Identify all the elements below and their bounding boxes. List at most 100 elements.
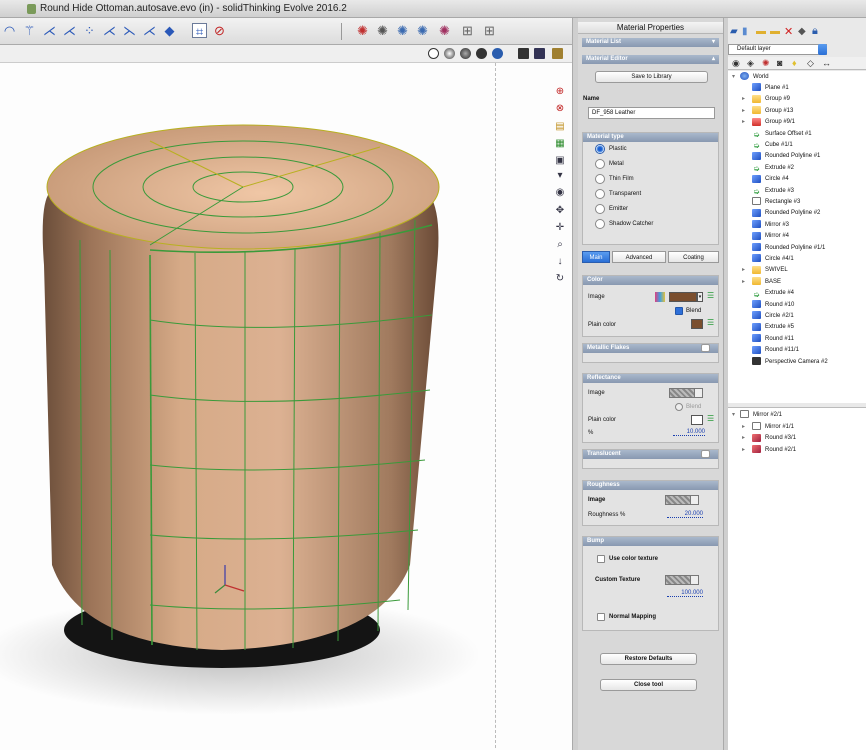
history-item[interactable]: ▸ Mirror #1/1 [742,422,794,433]
collapse-icon[interactable]: ▴ [712,55,715,64]
tree-item[interactable]: ➭ Extrude #2 [742,163,794,174]
tree-item[interactable]: Perspective Camera #2 [742,357,828,368]
cube-icon[interactable]: ◆ [162,23,177,38]
tree-item[interactable]: Rounded Polyline #1/1 [742,243,825,254]
tree-item[interactable]: Rounded Polyline #1 [742,151,820,162]
tree-root[interactable]: ▾ World [732,72,769,83]
save-to-library-button[interactable]: Save to Library [595,71,708,83]
history-root[interactable]: ▾ Mirror #2/1 [732,410,782,421]
dimension-filter-icon[interactable]: ↔ [822,58,831,68]
folder-icon[interactable]: ▬ [756,26,766,37]
sketch-icon[interactable]: ⚚ [22,23,37,38]
tree-item[interactable]: ▸ BASE [742,277,781,288]
tree-item[interactable]: ▸ Group #9/1 [742,117,795,128]
reflectance-percent-value[interactable]: 10.000 [673,429,705,436]
tree-item[interactable]: Round #10 [742,300,794,311]
tab-main[interactable]: Main [582,251,610,263]
tree-item[interactable]: Plane #1 [742,83,789,94]
expand-icon[interactable]: ▸ [742,94,745,105]
expand-icon[interactable]: ▸ [742,422,745,433]
ottoman-model[interactable] [0,45,572,750]
polyline2-icon[interactable]: ⋌ [62,23,77,38]
reflectance-image-select[interactable] [669,388,703,398]
trim-icon[interactable]: ⋌ [102,23,117,38]
tree-item[interactable]: Mirror #4 [742,231,789,242]
camera-icon[interactable]: ✺ [437,23,452,38]
tab-coating[interactable]: Coating [668,251,719,263]
points-icon[interactable]: ⁘ [82,23,97,38]
layer-select[interactable]: Default layer [728,44,827,55]
cancel-icon[interactable]: ⊘ [212,23,227,38]
menu-icon[interactable]: ☰ [707,318,714,327]
color-image-select[interactable] [669,292,697,302]
tree-item[interactable]: ▸ Group #13 [742,106,793,117]
material-icon[interactable]: ✺ [375,23,390,38]
tree-item[interactable]: ➭ Cube #1/1 [742,140,793,151]
metallic-toggle[interactable] [701,344,710,352]
expand-icon[interactable]: ▸ [742,117,745,128]
roughness-percent-value[interactable]: 20.000 [667,511,703,518]
name-input[interactable]: DF_958 Leather [588,107,715,119]
custom-texture-value[interactable]: 100.000 [667,590,703,597]
environment-icon[interactable]: ✺ [395,23,410,38]
translucent-toggle[interactable] [701,450,710,458]
layer-filter-icon[interactable]: ◈ [747,58,754,69]
folder-open-icon[interactable]: ▬ [770,26,780,37]
tree-item[interactable]: Rectangle #3 [742,197,800,208]
radio-emitter[interactable] [595,204,605,214]
expand-icon[interactable]: ▸ [742,277,745,288]
render-icon[interactable]: ✺ [355,23,370,38]
polyline-icon[interactable]: ⋌ [42,23,57,38]
radio-plastic[interactable] [595,144,605,154]
grid-icon[interactable]: ⊞ [460,23,475,38]
radio-thin-film[interactable] [595,174,605,184]
expand-icon[interactable]: ▸ [742,265,745,276]
tree-item[interactable]: ➭ Extrude #4 [742,288,794,299]
blend-checkbox[interactable] [675,307,683,315]
reflectance-blend-checkbox[interactable] [675,403,683,411]
tree-item[interactable]: Circle #4 [742,174,789,185]
tree-item[interactable]: Circle #2/1 [742,311,794,322]
expand-icon[interactable]: ▾ [712,38,715,47]
menu-icon[interactable]: ☰ [707,414,714,423]
extrude-icon[interactable]: ⋌ [142,23,157,38]
trim2-icon[interactable]: ⋋ [122,23,137,38]
tree-item[interactable]: Rounded Polyline #2 [742,208,820,219]
eraser-icon[interactable]: ◆ [798,26,806,37]
tree-item[interactable]: ▸ SWIVEL [742,265,788,276]
tree-item[interactable]: Round #11/1 [742,345,799,356]
radio-metal[interactable] [595,159,605,169]
tree-item[interactable]: ▸ Group #9 [742,94,790,105]
plane-filter-icon[interactable]: ◇ [807,58,814,69]
restore-defaults-button[interactable]: Restore Defaults [600,653,697,665]
light-icon[interactable]: ✺ [415,23,430,38]
material-list-header[interactable]: Material List ▾ [582,38,719,47]
delete-icon[interactable]: ✕ [784,25,793,38]
collapse-icon[interactable]: ▾ [732,410,735,421]
tree-item[interactable]: ➭ Extrude #3 [742,186,794,197]
expand-icon[interactable]: ▸ [742,445,745,456]
expand-icon[interactable]: ▸ [742,433,745,444]
menu-icon[interactable]: ☰ [707,291,714,300]
tree-item[interactable]: Round #11 [742,334,794,345]
expand-icon[interactable]: ▸ [742,106,745,117]
plain-color-swatch[interactable] [691,319,703,329]
history-item[interactable]: ▸ Round #3/1 [742,433,796,444]
light-filter-icon[interactable]: ♦ [792,58,797,68]
custom-texture-select[interactable] [665,575,699,585]
3d-viewport[interactable]: ⊕ ⊗ ▤ ▦ ▣ ▾ ◉ ✥ ✛ ⌕ ↓ ↻ [0,45,572,750]
geometry-filter-icon[interactable]: ◉ [732,58,740,69]
curve-icon[interactable]: ◠ [2,23,17,38]
tab-advanced[interactable]: Advanced [612,251,666,263]
material-editor-header[interactable]: Material Editor ▴ [582,55,719,64]
tree-item[interactable]: ➭ Surface Offset #1 [742,129,811,140]
chevron-down-icon[interactable]: ▾ [697,292,703,302]
material-filter-icon[interactable]: ✺ [762,58,770,69]
use-color-texture-checkbox[interactable] [597,555,605,563]
layer-icon[interactable]: ▮ [742,26,748,37]
radio-transparent[interactable] [595,189,605,199]
selection-icon[interactable]: ⌗ [192,23,207,39]
close-tool-button[interactable]: Close tool [600,679,697,691]
normal-mapping-checkbox[interactable] [597,613,605,621]
snap-icon[interactable]: ⊞ [482,23,497,38]
